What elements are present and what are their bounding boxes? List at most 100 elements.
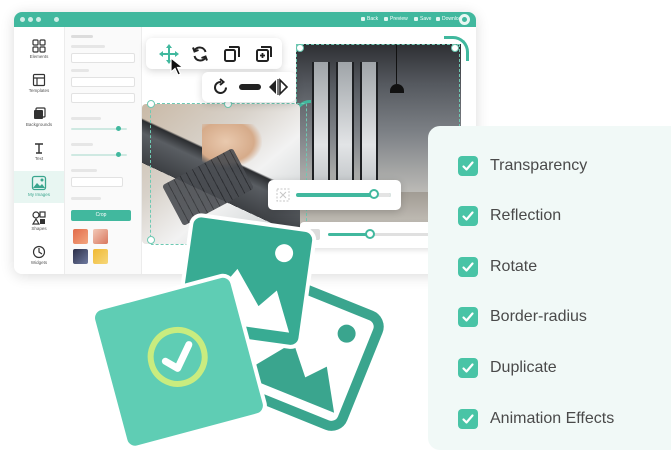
duplicate-icon bbox=[224, 45, 240, 62]
effect-select[interactable] bbox=[71, 177, 123, 187]
background-icon bbox=[34, 107, 46, 119]
image-thumbnail[interactable] bbox=[73, 249, 88, 264]
secondary-slider-track[interactable] bbox=[328, 233, 438, 236]
replace-tool-button[interactable] bbox=[186, 38, 214, 69]
radius-slider[interactable] bbox=[71, 152, 127, 157]
sidebar-item-my-images[interactable]: My Images bbox=[14, 171, 64, 203]
user-avatar[interactable] bbox=[459, 14, 470, 25]
checkbox-checked-icon bbox=[458, 358, 478, 378]
rotate-icon bbox=[214, 78, 227, 94]
transparency-icon bbox=[276, 188, 290, 202]
topbar-back-label: Back bbox=[367, 16, 379, 22]
image-thumbnail[interactable] bbox=[93, 249, 108, 264]
window-dot bbox=[54, 17, 59, 22]
sidebar-item-templates[interactable]: Templates bbox=[14, 69, 64, 101]
topbar-preview-label: Preview bbox=[390, 16, 408, 22]
topbar-save-label: Save bbox=[420, 16, 432, 22]
panel-text bbox=[71, 169, 97, 172]
sidebar-label: Widgets bbox=[30, 260, 48, 265]
editor-topbar: Back Preview Save Download bbox=[14, 12, 476, 27]
position-input[interactable] bbox=[71, 77, 135, 87]
size-input[interactable] bbox=[71, 53, 135, 63]
properties-panel: Crop bbox=[65, 27, 142, 274]
image-thumbnail[interactable] bbox=[73, 229, 88, 244]
image-thumbnail[interactable] bbox=[93, 229, 108, 244]
transparency-slider-knob[interactable] bbox=[368, 189, 379, 199]
checkbox-checked-icon bbox=[458, 257, 478, 277]
window-dot bbox=[20, 17, 25, 22]
resize-handle[interactable] bbox=[451, 44, 459, 52]
text-icon bbox=[35, 143, 43, 154]
border-radius-icon bbox=[239, 84, 261, 90]
feature-item-animation-effects: Animation Effects bbox=[458, 407, 614, 431]
rotate-tool-button[interactable] bbox=[208, 72, 234, 102]
sidebar-label: Text bbox=[34, 156, 44, 161]
rotation-input[interactable] bbox=[71, 93, 135, 103]
feature-item-border-radius: Border-radius bbox=[458, 305, 587, 329]
feature-label: Transparency bbox=[490, 157, 588, 174]
checkbox-checked-icon bbox=[458, 307, 478, 327]
window-dot bbox=[36, 17, 41, 22]
image-icon bbox=[31, 175, 47, 191]
feature-label: Reflection bbox=[490, 207, 562, 224]
sidebar-label: Elements bbox=[29, 54, 49, 59]
grid-icon bbox=[32, 39, 46, 53]
layers-tool-button[interactable] bbox=[250, 38, 278, 69]
feature-label: Duplicate bbox=[490, 359, 557, 376]
layers-icon bbox=[256, 45, 272, 62]
checkbox-checked-icon bbox=[458, 156, 478, 176]
image-card-outline bbox=[219, 271, 384, 431]
flip-tool-button[interactable] bbox=[264, 72, 292, 102]
panel-text bbox=[71, 117, 101, 120]
sidebar-item-elements[interactable]: Elements bbox=[14, 35, 64, 67]
feature-item-rotate: Rotate bbox=[458, 255, 537, 279]
image-card-check bbox=[91, 273, 267, 450]
flip-icon bbox=[269, 78, 289, 96]
topbar-back-button[interactable]: Back bbox=[359, 15, 380, 24]
layer-swatch bbox=[310, 229, 320, 240]
feature-label: Rotate bbox=[490, 258, 538, 275]
sidebar-item-backgrounds[interactable]: Backgrounds bbox=[14, 103, 64, 135]
feature-label: Border-radius bbox=[490, 308, 587, 325]
panel-text bbox=[71, 69, 89, 72]
sidebar-label: Shapes bbox=[31, 226, 47, 231]
feature-list-panel: Transparency Reflection Rotate Border-ra… bbox=[428, 126, 671, 450]
sidebar-item-text[interactable]: Text bbox=[14, 137, 64, 169]
cursor-icon bbox=[170, 57, 185, 76]
transform-toolbar bbox=[202, 72, 296, 102]
sidebar-label: Templates bbox=[28, 88, 50, 93]
sidebar-label: My Images bbox=[27, 192, 50, 197]
shapes-icon bbox=[32, 211, 46, 225]
topbar-preview-button[interactable]: Preview bbox=[382, 15, 410, 24]
resize-handle[interactable] bbox=[147, 236, 155, 244]
panel-text bbox=[71, 45, 105, 48]
window-dot bbox=[28, 17, 33, 22]
sidebar-item-widgets[interactable]: Widgets bbox=[14, 241, 64, 273]
replace-icon bbox=[192, 46, 208, 61]
crop-button[interactable]: Crop bbox=[71, 210, 131, 221]
secondary-slider-knob[interactable] bbox=[364, 229, 375, 239]
sidebar-label: Backgrounds bbox=[25, 122, 53, 127]
topbar-save-button[interactable]: Save bbox=[412, 15, 433, 24]
feature-item-transparency: Transparency bbox=[458, 154, 587, 178]
panel-text bbox=[71, 197, 101, 200]
sidebar-item-shapes[interactable]: Shapes bbox=[14, 207, 64, 239]
checkbox-checked-icon bbox=[458, 206, 478, 226]
panel-heading bbox=[71, 35, 93, 38]
editor-sidebar: Elements Templates Backgrounds Text My I… bbox=[14, 27, 65, 274]
widget-icon bbox=[32, 245, 46, 259]
template-icon bbox=[32, 73, 46, 87]
border-radius-tool-button[interactable] bbox=[236, 72, 264, 102]
selection-frame bbox=[150, 103, 307, 245]
transparency-slider-card bbox=[268, 180, 401, 210]
resize-handle[interactable] bbox=[147, 100, 155, 108]
feature-item-duplicate: Duplicate bbox=[458, 356, 557, 380]
checkbox-checked-icon bbox=[458, 409, 478, 429]
feature-label: Animation Effects bbox=[490, 410, 615, 427]
feature-item-reflection: Reflection bbox=[458, 204, 561, 228]
opacity-slider[interactable] bbox=[71, 126, 127, 131]
resize-handle[interactable] bbox=[296, 44, 304, 52]
panel-text bbox=[71, 143, 93, 146]
duplicate-tool-button[interactable] bbox=[218, 38, 246, 69]
image-toolbar bbox=[146, 38, 282, 69]
